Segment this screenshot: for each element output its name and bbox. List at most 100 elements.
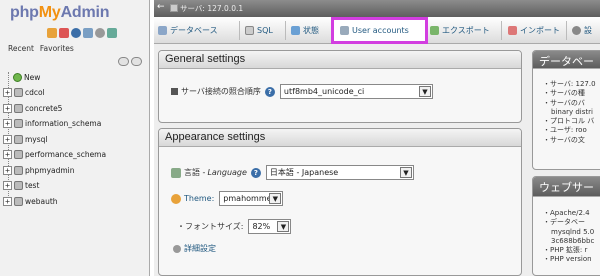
font-size-label: ・フォントサイズ:	[177, 222, 244, 231]
reload-icon[interactable]	[107, 28, 117, 38]
expand-icon[interactable]: +	[3, 196, 12, 206]
tree-label: webauth	[25, 196, 58, 206]
panel-title: データベー	[533, 51, 600, 69]
tree-item-db[interactable]: + cdcol	[3, 86, 148, 100]
tree-item-new[interactable]: New	[3, 70, 148, 84]
tab-label: エクスポート	[442, 26, 490, 35]
info-item: binary distri	[543, 108, 596, 117]
database-server-info: ・サーバ: 127.0 ・サーバの種 ・サーバのバ binary distri …	[543, 80, 596, 145]
info-text: Apache/2.4	[550, 209, 590, 217]
tree-label: test	[25, 181, 40, 190]
tab-favorites[interactable]: Favorites	[38, 43, 76, 54]
collation-row: サーバ接続の照合順序 ? utf8mb4_unicode_ci ▼	[171, 84, 433, 99]
tab-sql[interactable]: SQL	[245, 17, 273, 44]
theme-row: Theme: pmahomme ▼	[171, 191, 284, 206]
tab-import[interactable]: インポート	[508, 17, 560, 44]
info-text: プロトコル バ	[550, 117, 595, 126]
info-item: ・Apache/2.4	[543, 209, 590, 217]
tab-settings[interactable]: 設	[572, 17, 592, 44]
user-accounts-icon	[340, 26, 349, 35]
tree-item-db[interactable]: + test	[3, 179, 148, 193]
chevron-down-icon: ▼	[277, 221, 290, 232]
font-size-select[interactable]: 82% ▼	[248, 219, 292, 234]
theme-value: pmahomme	[223, 194, 272, 203]
help-icon[interactable]	[71, 28, 81, 38]
tree-tools	[118, 57, 142, 66]
database-icon	[14, 196, 23, 206]
expand-icon[interactable]: +	[3, 119, 12, 128]
web-server-panel: ウェブサー ・Apache/2.4 ・データベー mysqlnd 5.0 3c6…	[532, 176, 600, 276]
tab-export[interactable]: エクスポート	[430, 17, 490, 44]
tab-separator	[239, 21, 240, 40]
tab-separator	[566, 21, 567, 40]
web-server-info: ・Apache/2.4 ・データベー mysqlnd 5.0 3c688b6bb…	[543, 209, 594, 265]
tree-label: mysql	[25, 134, 48, 144]
tab-databases[interactable]: データベース	[158, 17, 218, 44]
tree-label: information_schema	[25, 119, 102, 128]
link-icon[interactable]	[131, 57, 142, 66]
info-item: ・ユーザ: roo	[543, 126, 587, 135]
info-item: ・データベー	[543, 218, 585, 227]
info-text: サーバの文	[550, 135, 585, 144]
tree-item-db[interactable]: + mysql	[3, 132, 148, 146]
top-menu: データベース SQL 状態 User accounts エクスポート インポート…	[154, 17, 600, 44]
nav-icon-bar	[47, 28, 117, 38]
docs-icon[interactable]	[83, 28, 93, 38]
language-label-italic: Language	[207, 168, 247, 177]
info-text: ユーザ: roo	[550, 126, 587, 135]
expand-icon[interactable]: +	[3, 181, 12, 190]
expand-icon[interactable]: +	[3, 150, 12, 159]
expand-icon[interactable]: +	[3, 134, 12, 144]
info-text: サーバのバ	[550, 98, 585, 107]
tab-recent[interactable]: Recent	[6, 43, 36, 54]
theme-link[interactable]: Theme:	[184, 194, 214, 203]
tab-label: SQL	[257, 26, 273, 35]
wrench-icon	[173, 244, 181, 253]
more-settings-link[interactable]: 詳細設定	[184, 243, 216, 254]
tab-label: 状態	[303, 26, 319, 35]
server-label[interactable]: サーバ: 127.0.0.1	[180, 3, 243, 14]
collation-value: utf8mb4_unicode_ci	[283, 87, 365, 96]
status-icon	[291, 26, 300, 35]
bullet-square-icon	[171, 88, 178, 95]
server-breadcrumb-bar: ← サーバ: 127.0.0.1	[154, 0, 600, 17]
logout-icon[interactable]	[59, 28, 69, 38]
panel-title: ウェブサー	[533, 177, 600, 197]
info-item: ・PHP 拡張: r	[543, 246, 588, 255]
info-item: ・サーバの文	[543, 135, 585, 144]
database-icon	[14, 165, 23, 175]
language-select[interactable]: 日本語 - Japanese ▼	[265, 165, 414, 180]
collapse-all-icon[interactable]	[118, 57, 129, 66]
info-text: binary distri	[551, 107, 593, 116]
tab-separator	[285, 21, 286, 40]
expand-icon[interactable]: +	[3, 88, 12, 97]
chevron-down-icon: ▼	[269, 193, 282, 204]
help-icon[interactable]: ?	[264, 86, 275, 97]
phpmyadmin-logo[interactable]: phpMyAdmin	[10, 4, 140, 24]
nav-tabs: Recent Favorites	[6, 43, 76, 54]
tab-status[interactable]: 状態	[291, 17, 319, 44]
expand-icon[interactable]: +	[3, 165, 12, 175]
collation-select[interactable]: utf8mb4_unicode_ci ▼	[279, 84, 433, 99]
navigation-panel: phpMyAdmin Recent Favorites New + cdcol …	[0, 0, 150, 276]
back-arrow-icon[interactable]: ←	[157, 2, 165, 12]
tab-user-accounts[interactable]: User accounts	[331, 17, 428, 44]
tree-label: performance_schema	[25, 150, 107, 159]
general-settings-panel: General settings サーバ接続の照合順序 ? utf8mb4_un…	[158, 50, 522, 123]
tree-item-db[interactable]: + performance_schema	[3, 148, 148, 162]
tree-item-db[interactable]: + phpmyadmin	[3, 163, 148, 177]
home-icon[interactable]	[47, 28, 57, 38]
settings-icon[interactable]	[95, 28, 105, 38]
tree-item-db[interactable]: + information_schema	[3, 117, 148, 131]
tree-item-db[interactable]: + webauth	[3, 194, 148, 208]
expand-icon[interactable]: +	[3, 103, 12, 113]
info-text: 3c688b6bbc	[551, 236, 595, 245]
main-area: ← サーバ: 127.0.0.1 データベース SQL 状態 User acco…	[154, 0, 600, 276]
theme-select[interactable]: pmahomme ▼	[219, 191, 284, 206]
database-icon	[158, 26, 167, 35]
tree-item-db[interactable]: + concrete5	[3, 101, 148, 115]
help-icon[interactable]: ?	[250, 167, 261, 178]
info-item: mysqlnd 5.0	[543, 228, 594, 237]
more-settings-row: 詳細設定	[173, 243, 216, 254]
info-text: PHP 拡張: r	[550, 246, 588, 255]
